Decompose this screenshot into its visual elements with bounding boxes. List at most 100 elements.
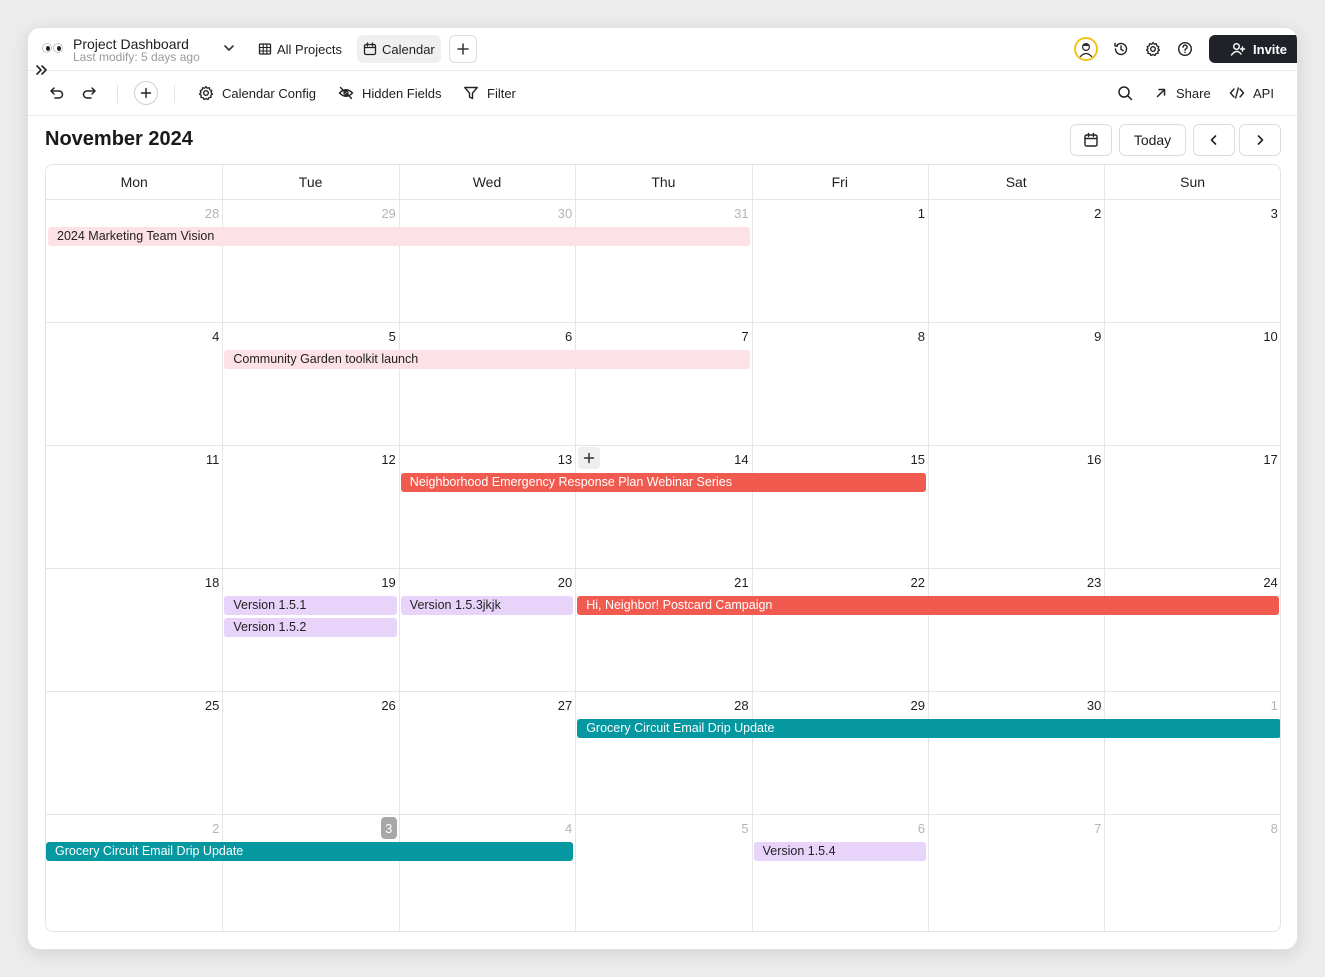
- event-bar[interactable]: Neighborhood Emergency Response Plan Web…: [400, 473, 926, 492]
- day-number: 21: [734, 575, 749, 590]
- today-label: Today: [1133, 132, 1172, 148]
- day-number: 1: [917, 206, 925, 221]
- weekday-header: Mon: [120, 174, 148, 190]
- day-number: 1: [1270, 698, 1278, 713]
- arrow-up-right-icon: [1156, 88, 1166, 98]
- add-record-button[interactable]: [134, 81, 158, 105]
- day-number: 12: [381, 452, 396, 467]
- plus-icon: [457, 43, 469, 55]
- day-number: 19: [381, 575, 396, 590]
- toolbar-divider: [117, 85, 118, 103]
- event-bar[interactable]: Community Garden toolkit launch: [224, 350, 750, 369]
- today-button[interactable]: Today: [1119, 124, 1186, 156]
- toolbar: Calendar Config Hidden Fields Filter Sha…: [28, 71, 1297, 116]
- day-number: 7: [1094, 821, 1102, 836]
- day-number: 18: [204, 575, 220, 590]
- avatar[interactable]: [1074, 37, 1098, 61]
- event-bar[interactable]: Grocery Circuit Email Drip Update: [577, 719, 1280, 738]
- invite-button[interactable]: Invite: [1209, 35, 1297, 63]
- prev-month-button[interactable]: [1193, 124, 1235, 156]
- last-modified-text: Last modify: 5 days ago: [73, 50, 200, 64]
- share-label: Share: [1176, 85, 1211, 101]
- event-bar[interactable]: Version 1.5.3jkjk: [400, 596, 574, 615]
- event-bar[interactable]: Version 1.5.1: [224, 596, 397, 615]
- day-number: 28: [204, 206, 220, 221]
- weekday-header: Fri: [831, 174, 848, 190]
- hidden-fields-label: Hidden Fields: [362, 85, 442, 101]
- next-month-button[interactable]: [1239, 124, 1281, 156]
- share-button[interactable]: Share: [1154, 83, 1211, 103]
- day-number: 26: [381, 698, 396, 713]
- weekday-header: Sun: [1180, 174, 1206, 190]
- search-icon[interactable]: [1116, 84, 1134, 102]
- history-icon[interactable]: [1111, 39, 1131, 59]
- undo-icon[interactable]: [48, 84, 66, 102]
- chevron-down-icon[interactable]: [222, 41, 236, 55]
- day-number: 27: [557, 698, 573, 713]
- filter-icon: [464, 86, 478, 100]
- day-number: 11: [205, 452, 220, 467]
- day-number: 8: [1270, 821, 1278, 836]
- calendar-config-button[interactable]: Calendar Config: [198, 83, 316, 103]
- api-button[interactable]: API: [1229, 83, 1274, 103]
- filter-button[interactable]: Filter: [463, 83, 516, 103]
- eyes-logo-icon: [42, 39, 66, 57]
- calendar-config-label: Calendar Config: [222, 85, 316, 101]
- gear-icon[interactable]: [1143, 39, 1163, 59]
- weekday-header: Wed: [472, 174, 502, 190]
- day-number: 20: [557, 575, 573, 590]
- date-picker-button[interactable]: [1070, 124, 1112, 156]
- user-avatar-icon: [1079, 42, 1093, 58]
- day-number: 7: [741, 329, 749, 344]
- day-number: 22: [910, 575, 925, 590]
- chevron-left-icon: [1210, 135, 1217, 145]
- redo-icon[interactable]: [80, 84, 98, 102]
- tab-label: Calendar: [382, 41, 435, 57]
- event-bar[interactable]: Hi, Neighbor! Postcard Campaign: [577, 596, 1279, 615]
- invite-label: Invite: [1253, 41, 1287, 57]
- tab-calendar[interactable]: Calendar: [357, 35, 441, 63]
- day-number: 8: [917, 329, 925, 344]
- top-bar: Project Dashboard Last modify: 5 days ag…: [28, 28, 1297, 75]
- chevron-right-icon: [1257, 135, 1264, 145]
- weekday-header: Tue: [298, 174, 323, 190]
- calendar-icon: [1084, 132, 1098, 147]
- event-bar[interactable]: Version 1.5.2: [224, 618, 397, 637]
- day-number: 2: [1094, 206, 1102, 221]
- api-label: API: [1253, 85, 1274, 101]
- day-number: 15: [910, 452, 925, 467]
- day-number: 23: [1086, 575, 1102, 590]
- day-number: 28: [734, 698, 749, 713]
- hidden-fields-button[interactable]: Hidden Fields: [338, 83, 442, 103]
- day-number: 10: [1263, 329, 1278, 344]
- toolbar-divider: [174, 85, 175, 103]
- day-number: 29: [381, 206, 396, 221]
- plus-icon: [140, 87, 152, 99]
- help-icon[interactable]: [1175, 39, 1195, 59]
- day-number: 31: [734, 206, 749, 221]
- app-window: Project Dashboard Last modify: 5 days ag…: [28, 28, 1297, 949]
- day-number: 13: [557, 452, 573, 467]
- event-bar[interactable]: 2024 Marketing Team Vision: [48, 227, 750, 246]
- day-cell[interactable]: [222, 814, 398, 931]
- day-number: 4: [564, 821, 573, 836]
- event-bar[interactable]: Version 1.5.4: [753, 842, 926, 861]
- day-number: 24: [1263, 575, 1278, 590]
- add-view-button[interactable]: [449, 35, 477, 63]
- day-number: 30: [557, 206, 573, 221]
- cell-add-button[interactable]: [578, 447, 601, 469]
- event-bar[interactable]: Grocery Circuit Email Drip Update: [46, 842, 574, 861]
- tab-label: All Projects: [277, 41, 343, 57]
- month-title: November 2024: [45, 128, 193, 150]
- weekday-header: Thu: [651, 174, 676, 190]
- tab-all-projects[interactable]: All Projects: [252, 35, 348, 63]
- today-badge: 3: [380, 817, 397, 839]
- calendar-grid: Mon Tue Wed Thu Fri Sat Sun 28 29 30 31 1 2 3 4 5 6 7 8 9 10…: [45, 164, 1281, 932]
- table-icon: [258, 43, 272, 55]
- calendar-icon: [363, 42, 377, 56]
- day-number: 25: [204, 698, 220, 713]
- code-icon: [1229, 87, 1245, 99]
- day-number: 3: [1270, 206, 1278, 221]
- day-number: 2: [212, 821, 220, 836]
- weekday-header: Sat: [1005, 174, 1027, 190]
